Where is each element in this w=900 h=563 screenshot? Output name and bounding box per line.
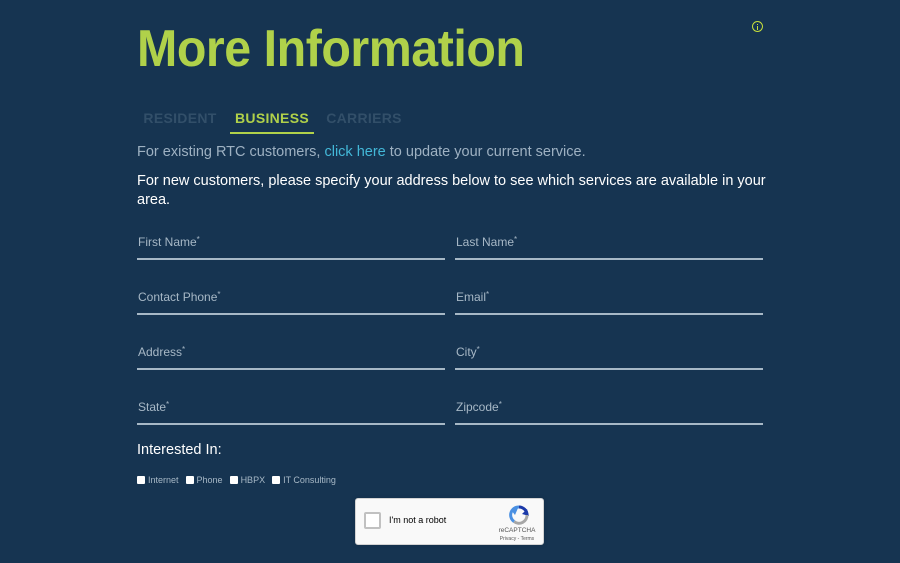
zipcode-input[interactable]: [455, 393, 763, 423]
recaptcha-checkbox[interactable]: [364, 512, 381, 529]
recaptcha-terms-link[interactable]: Terms: [521, 536, 535, 542]
recaptcha-widget: I'm not a robot reCAPTCHA Privacy - Term…: [355, 498, 544, 545]
interest-hbpx[interactable]: HBPX: [229, 475, 266, 485]
info-icon[interactable]: [752, 21, 763, 32]
contact-phone-input[interactable]: [137, 283, 445, 313]
click-here-link[interactable]: click here: [324, 144, 385, 160]
recaptcha-links: Privacy - Terms: [495, 536, 539, 542]
hbpx-checkbox[interactable]: [229, 476, 238, 484]
city-input[interactable]: [455, 338, 763, 368]
email-input[interactable]: [455, 283, 763, 313]
new-customers-text: For new customers, please specify your a…: [137, 173, 766, 208]
recaptcha-label: I'm not a robot: [389, 515, 447, 525]
interests-checkbox-group: Internet Phone HBPX IT Consulting: [137, 474, 343, 486]
contact-phone-field[interactable]: Contact Phone*: [137, 283, 445, 315]
internet-checkbox-label: Internet: [148, 475, 179, 485]
tab-business[interactable]: BUSINESS: [230, 104, 314, 134]
it-consulting-checkbox-label: IT Consulting: [283, 475, 336, 485]
recaptcha-logo-icon: [509, 505, 529, 525]
address-field[interactable]: Address*: [137, 338, 445, 370]
recaptcha-privacy-link[interactable]: Privacy: [500, 536, 516, 542]
internet-checkbox[interactable]: [137, 476, 145, 484]
hbpx-checkbox-label: HBPX: [240, 475, 266, 485]
page-title: More Information: [137, 20, 525, 78]
first-name-field[interactable]: First Name*: [137, 228, 445, 260]
phone-checkbox[interactable]: [185, 476, 194, 484]
tab-resident[interactable]: RESIDENT: [137, 104, 223, 134]
tab-carriers[interactable]: CARRIERS: [321, 104, 407, 134]
phone-checkbox-label: Phone: [196, 475, 223, 485]
interest-internet[interactable]: Internet: [137, 475, 179, 485]
last-name-field[interactable]: Last Name*: [455, 228, 763, 260]
last-name-input[interactable]: [455, 228, 763, 258]
it-consulting-checkbox[interactable]: [272, 476, 281, 484]
interested-in-label: Interested In:: [137, 442, 222, 458]
existing-suffix: to update your current service.: [385, 144, 586, 160]
recaptcha-brand: reCAPTCHA: [498, 527, 536, 534]
existing-customers-text: For existing RTC customers, click here t…: [137, 144, 586, 160]
first-name-input[interactable]: [137, 228, 445, 258]
city-field[interactable]: City*: [455, 338, 763, 370]
zipcode-field[interactable]: Zipcode*: [455, 393, 763, 425]
existing-prefix: For existing RTC customers,: [137, 144, 325, 160]
state-input[interactable]: [137, 393, 445, 423]
email-field[interactable]: Email*: [455, 283, 763, 315]
state-field[interactable]: State*: [137, 393, 445, 425]
address-input[interactable]: [137, 338, 445, 368]
interest-phone[interactable]: Phone: [185, 475, 223, 485]
interest-it-consulting[interactable]: IT Consulting: [272, 475, 336, 485]
